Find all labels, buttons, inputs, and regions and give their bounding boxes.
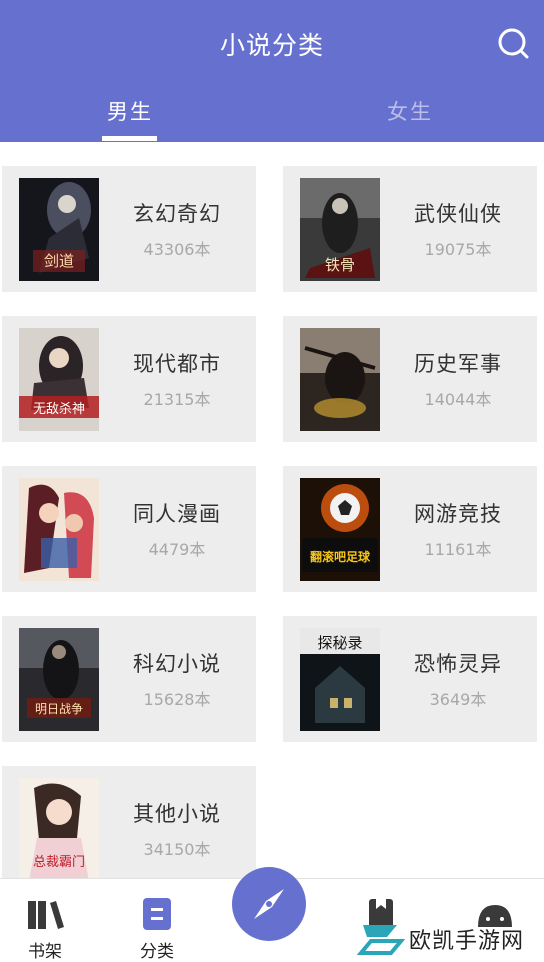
compass-icon xyxy=(254,889,284,919)
category-count: 4479本 xyxy=(148,540,206,559)
svg-text:总裁霸门: 总裁霸门 xyxy=(33,854,85,870)
category-name: 科幻小说 xyxy=(133,652,221,676)
page-title: 小说分类 xyxy=(219,31,324,60)
category-count: 34150本 xyxy=(143,840,211,859)
category-count: 3649本 xyxy=(429,690,487,709)
category-cover-image: 铁骨 xyxy=(300,178,380,281)
svg-text:探秘录: 探秘录 xyxy=(317,634,362,652)
category-card-gaming[interactable]: 翻滚吧足球 网游竞技 11161本 xyxy=(283,466,537,592)
app-header: 小说分类 男生 女生 xyxy=(0,0,544,142)
svg-text:铁骨: 铁骨 xyxy=(325,256,355,274)
tab-female[interactable]: 女生 xyxy=(350,96,470,126)
watermark-text: 欧凯手游网 xyxy=(409,929,525,954)
category-name: 其他小说 xyxy=(133,802,221,826)
category-card-fanfic-manga[interactable]: 同人漫画 4479本 xyxy=(2,466,256,592)
tab-active-indicator xyxy=(102,136,157,141)
svg-text:明日战争: 明日战争 xyxy=(35,702,83,716)
tab-male[interactable]: 男生 xyxy=(70,96,190,126)
category-name: 同人漫画 xyxy=(133,502,221,526)
category-cover-image xyxy=(19,478,99,581)
discover-button[interactable] xyxy=(232,867,306,941)
category-cover-image: 翻滚吧足球 xyxy=(300,478,380,581)
search-button[interactable] xyxy=(494,24,534,64)
bookshelf-icon xyxy=(28,901,64,929)
category-cover-image: 无敌杀神 xyxy=(19,328,99,431)
nav-category-label: 分类 xyxy=(140,942,174,962)
category-cover-image: 明日战争 xyxy=(19,628,99,731)
category-card-history[interactable]: 历史军事 14044本 xyxy=(283,316,537,442)
category-cover-image: 剑道 xyxy=(19,178,99,281)
watermark: 欧凯手游网 xyxy=(357,917,537,959)
category-count: 19075本 xyxy=(424,240,492,259)
category-cover-image xyxy=(300,328,380,431)
category-cover-image: 探秘录 xyxy=(300,628,380,731)
svg-text:无敌杀神: 无敌杀神 xyxy=(33,402,85,417)
category-count: 43306本 xyxy=(143,240,211,259)
category-card-wuxia[interactable]: 铁骨 武侠仙侠 19075本 xyxy=(283,166,537,292)
category-count: 11161本 xyxy=(424,540,492,559)
svg-text:翻滚吧足球: 翻滚吧足球 xyxy=(310,549,371,564)
category-name: 历史军事 xyxy=(414,352,502,376)
category-card-scifi[interactable]: 明日战争 科幻小说 15628本 xyxy=(2,616,256,742)
category-grid: 剑道 玄幻奇幻 43306本 铁骨 武侠仙侠 19075本 无敌杀神 现代都市 … xyxy=(0,142,544,878)
nav-bookshelf-label: 书架 xyxy=(28,942,62,962)
category-card-urban[interactable]: 无敌杀神 现代都市 21315本 xyxy=(2,316,256,442)
nav-bookshelf[interactable]: 书架 xyxy=(0,879,90,962)
category-name: 恐怖灵异 xyxy=(414,652,502,676)
category-name: 网游竞技 xyxy=(414,502,502,526)
nav-category[interactable]: 分类 xyxy=(112,879,202,962)
category-icon xyxy=(143,898,171,930)
category-name: 玄幻奇幻 xyxy=(133,202,221,226)
ok-logo-icon xyxy=(357,925,405,955)
category-card-other[interactable]: 总裁霸门 其他小说 34150本 xyxy=(2,766,256,878)
category-card-horror[interactable]: 探秘录 恐怖灵异 3649本 xyxy=(283,616,537,742)
category-card-fantasy[interactable]: 剑道 玄幻奇幻 43306本 xyxy=(2,166,256,292)
category-name: 现代都市 xyxy=(133,352,221,376)
svg-text:剑道: 剑道 xyxy=(44,252,74,270)
category-count: 14044本 xyxy=(424,390,492,409)
category-name: 武侠仙侠 xyxy=(414,202,502,226)
category-count: 15628本 xyxy=(143,690,211,709)
category-cover-image: 总裁霸门 xyxy=(19,778,99,878)
category-count: 21315本 xyxy=(143,390,211,409)
search-icon xyxy=(498,28,529,59)
